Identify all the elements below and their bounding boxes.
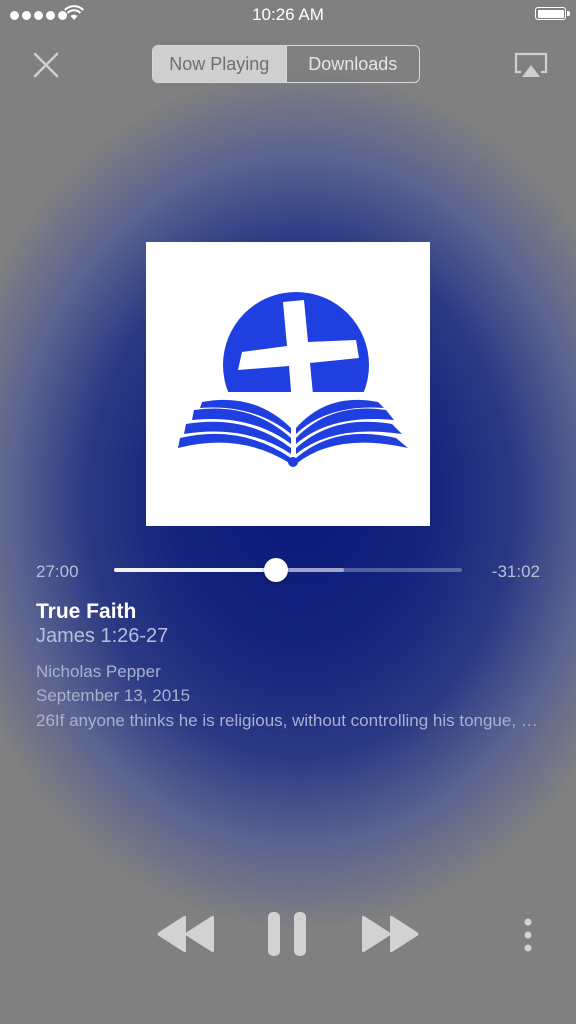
airplay-icon xyxy=(514,52,548,77)
close-button[interactable] xyxy=(30,49,62,81)
sermon-description: 26If anyone thinks he is religious, with… xyxy=(36,711,540,730)
pause-button[interactable] xyxy=(266,910,310,958)
tab-now-playing[interactable]: Now Playing xyxy=(153,46,286,82)
played-bar xyxy=(114,568,276,572)
progress-slider[interactable] xyxy=(114,557,462,583)
battery-icon xyxy=(535,7,570,20)
status-time: 10:26 AM xyxy=(252,5,324,24)
more-options-button[interactable] xyxy=(518,916,538,954)
close-icon xyxy=(33,52,59,78)
fast-forward-icon xyxy=(362,915,419,953)
airplay-button[interactable] xyxy=(512,50,550,80)
sermon-date: September 13, 2015 xyxy=(36,686,191,705)
now-playing-screen: 10:26 AM Now Playing Downloads 27:00 -31… xyxy=(0,0,576,1024)
church-logo-icon xyxy=(174,292,414,472)
tab-downloads[interactable]: Downloads xyxy=(285,46,420,82)
sermon-scripture: James 1:26-27 xyxy=(36,625,169,647)
remaining-time: -31:02 xyxy=(491,562,540,581)
sermon-title: True Faith xyxy=(36,600,137,623)
progress-thumb[interactable] xyxy=(263,558,288,582)
album-artwork xyxy=(146,242,430,526)
rewind-icon xyxy=(157,915,214,953)
rewind-button[interactable] xyxy=(156,912,216,956)
elapsed-time: 27:00 xyxy=(36,562,79,581)
status-bar: 10:26 AM xyxy=(0,0,576,30)
more-vertical-icon xyxy=(524,918,532,952)
view-segmented-control: Now Playing Downloads xyxy=(152,45,420,83)
fast-forward-button[interactable] xyxy=(360,912,420,956)
pause-icon xyxy=(268,912,306,956)
sermon-speaker: Nicholas Pepper xyxy=(36,662,161,681)
